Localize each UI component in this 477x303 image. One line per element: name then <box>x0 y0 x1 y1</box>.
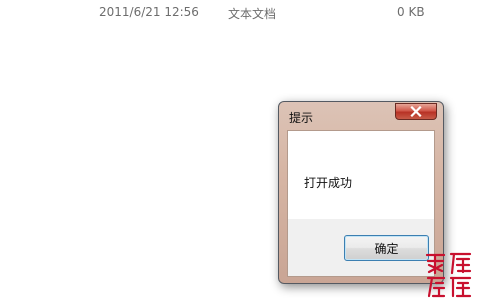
dialog-body: 打开成功 确定 <box>287 130 435 277</box>
ok-button[interactable]: 确定 <box>344 235 429 261</box>
dialog-title: 提示 <box>289 111 314 125</box>
file-size: 0 KB <box>397 5 425 19</box>
watermark-logo-graphic <box>425 252 472 298</box>
file-type: 文本文档 <box>228 7 277 21</box>
dialog-message: 打开成功 <box>304 176 353 190</box>
file-list-row[interactable]: 2011/6/21 12:56 文本文档 0 KB <box>0 0 477 30</box>
watermark-logo <box>424 251 474 299</box>
file-date-modified: 2011/6/21 12:56 <box>99 5 199 19</box>
ok-button-label: 确定 <box>374 241 399 256</box>
message-dialog: 提示 打开成功 确定 <box>278 101 444 284</box>
dialog-content-area: 打开成功 <box>288 131 434 219</box>
dialog-titlebar[interactable]: 提示 <box>279 102 443 128</box>
close-icon <box>410 106 422 117</box>
close-button[interactable] <box>395 103 437 120</box>
